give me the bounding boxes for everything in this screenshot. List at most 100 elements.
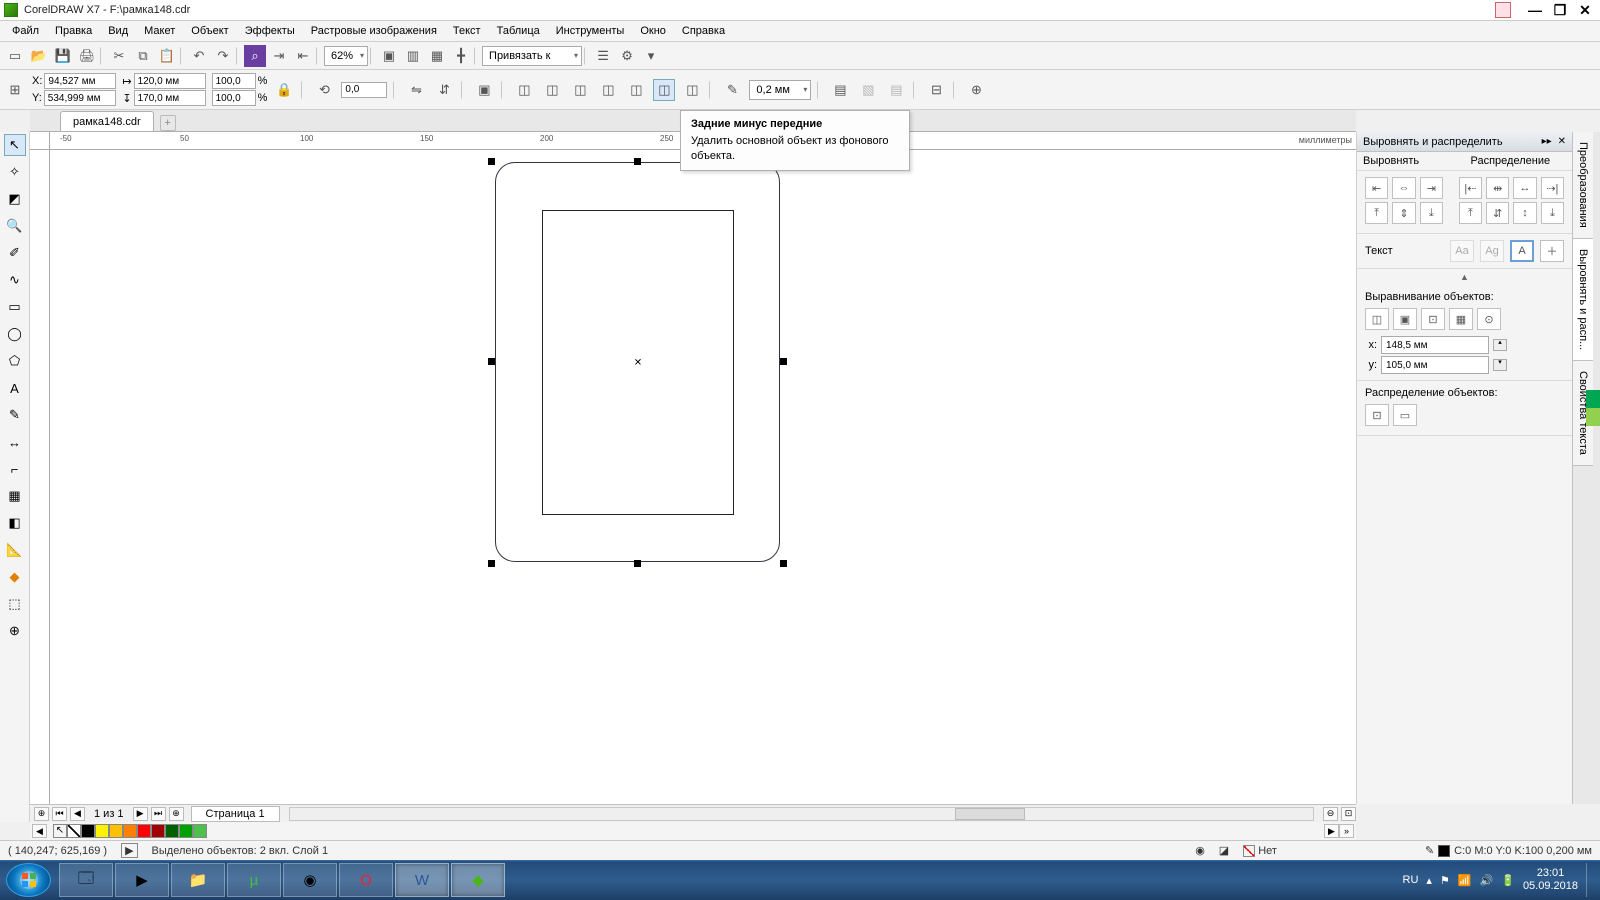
sel-handle-bc[interactable] [634, 560, 641, 567]
dist-spacing-h-icon[interactable]: ↔ [1513, 177, 1536, 199]
fullscreen-icon[interactable]: ▣ [378, 45, 400, 67]
task-chrome-icon[interactable]: ◉ [283, 863, 337, 897]
zoom-level[interactable]: 62% [324, 46, 368, 66]
color-swatch[interactable] [179, 824, 193, 838]
dist-extent-page-icon[interactable]: ▭ [1393, 404, 1417, 426]
vtab-align[interactable]: Выровнять и расп... [1573, 239, 1593, 361]
dist-right-icon[interactable]: ⇢| [1541, 177, 1564, 199]
effects-tool-icon[interactable]: ▦ [4, 485, 26, 507]
options-icon[interactable]: ☰ [592, 45, 614, 67]
scale-y-input[interactable]: 100,0 [212, 90, 256, 106]
menu-layout[interactable]: Макет [136, 23, 183, 39]
task-opera-icon[interactable]: O [339, 863, 393, 897]
pos-x-input[interactable]: 94,527 мм [44, 73, 116, 89]
connector-tool-icon[interactable]: ⌐ [4, 458, 26, 480]
add-tool-icon[interactable]: ⊕ [4, 620, 26, 642]
save-icon[interactable]: 💾 [52, 45, 74, 67]
dropper-tool-icon[interactable]: ✎ [4, 404, 26, 426]
palette-scroll-right-icon[interactable]: ▶ [1324, 824, 1339, 838]
align-center-v-icon[interactable]: ⇕ [1392, 202, 1415, 224]
import-icon[interactable]: ⇥ [268, 45, 290, 67]
scale-x-input[interactable]: 100,0 [212, 73, 256, 89]
dist-center-h-icon[interactable]: ⇹ [1486, 177, 1509, 199]
menu-text[interactable]: Текст [445, 23, 489, 39]
intersect-icon[interactable]: ◫ [569, 79, 591, 101]
document-tab[interactable]: рамка148.cdr [60, 111, 154, 131]
sel-handle-bl[interactable] [488, 560, 495, 567]
text-box-icon[interactable]: A [1510, 240, 1534, 262]
color-chip-lime[interactable] [1586, 408, 1600, 426]
pos-y-input[interactable]: 534,999 мм [44, 90, 116, 106]
menu-window[interactable]: Окно [632, 23, 674, 39]
tray-flag-icon[interactable]: ⚑ [1440, 874, 1450, 887]
cut-icon[interactable]: ✂ [108, 45, 130, 67]
task-utorrent-icon[interactable]: µ [227, 863, 281, 897]
new-doc-tab-icon[interactable]: + [160, 115, 176, 131]
tray-network-icon[interactable]: 📶 [1458, 874, 1472, 887]
color-chip-green[interactable] [1586, 390, 1600, 408]
redo-icon[interactable]: ↷ [212, 45, 234, 67]
zoom-fit-nav-icon[interactable]: ⊡ [1341, 807, 1356, 821]
sel-handle-ml[interactable] [488, 358, 495, 365]
docker-title[interactable]: Выровнять и распределить ▸▸ ✕ [1357, 132, 1572, 152]
polygon-tool-icon[interactable]: ⬠ [4, 350, 26, 372]
menu-bitmaps[interactable]: Растровые изображения [303, 23, 445, 39]
print-icon[interactable]: 🖨 [76, 45, 98, 67]
prev-page-icon[interactable]: ◀ [70, 807, 85, 821]
color-swatch[interactable] [137, 824, 151, 838]
height-input[interactable]: 170,0 мм [134, 90, 206, 106]
rotation-input[interactable]: 0,0 [341, 82, 387, 98]
maximize-button[interactable]: ❐ [1549, 2, 1571, 18]
no-color-swatch[interactable] [67, 824, 81, 838]
ruler-vertical[interactable] [30, 150, 50, 804]
rulers-icon[interactable]: ▥ [402, 45, 424, 67]
text-tool-icon[interactable]: A [4, 377, 26, 399]
tray-lang[interactable]: RU [1403, 874, 1419, 886]
wrap-text-icon[interactable]: ▤ [829, 79, 851, 101]
dist-left-icon[interactable]: |⇠ [1459, 177, 1482, 199]
align-to-point-icon[interactable]: ⊙ [1477, 308, 1501, 330]
user-icon[interactable] [1495, 2, 1511, 18]
lock-ratio-icon[interactable]: 🔒 [273, 79, 295, 101]
last-page-icon[interactable]: ⏭ [151, 807, 166, 821]
weld-icon[interactable]: ◫ [513, 79, 535, 101]
color-swatch[interactable] [81, 824, 95, 838]
outline-width[interactable]: 0,2 мм [749, 80, 811, 100]
play-icon[interactable]: ▶ [121, 843, 137, 858]
ruler-origin[interactable] [30, 132, 50, 150]
canvas-hscroll[interactable] [289, 807, 1314, 821]
tray-show-hidden-icon[interactable]: ▴ [1426, 874, 1432, 887]
align-tab-header[interactable]: Выровнять [1357, 152, 1465, 170]
app-icon[interactable]: ▾ [640, 45, 662, 67]
task-manager-icon[interactable]: 🗔 [59, 863, 113, 897]
palette-scroll-left-icon[interactable]: ◀ [32, 824, 47, 838]
align-x-input[interactable]: 148,5 мм [1381, 336, 1489, 354]
sel-handle-tl[interactable] [488, 158, 495, 165]
menu-table[interactable]: Таблица [489, 23, 548, 39]
collapse-up-icon[interactable]: ▲ [1460, 272, 1469, 282]
artistic-media-icon[interactable]: ∿ [4, 269, 26, 291]
search-icon[interactable]: ⌕ [244, 45, 266, 67]
color-swatch[interactable] [123, 824, 137, 838]
show-desktop-button[interactable] [1586, 863, 1594, 897]
fill-tool-icon[interactable]: ◆ [4, 566, 26, 588]
quick-customize-icon[interactable]: ⊟ [925, 79, 947, 101]
back-minus-front-icon[interactable]: ◫ [653, 79, 675, 101]
align-y-input[interactable]: 105,0 мм [1381, 356, 1489, 374]
task-explorer-icon[interactable]: 📁 [171, 863, 225, 897]
convert-curves-icon[interactable]: ▧ [857, 79, 879, 101]
menu-edit[interactable]: Правка [47, 23, 100, 39]
paste-icon[interactable]: 📋 [156, 45, 178, 67]
text-add-icon[interactable]: ＋ [1540, 240, 1564, 262]
drawing-canvas[interactable]: ✕ [50, 150, 1356, 804]
align-to-grid-icon[interactable]: ▦ [1449, 308, 1473, 330]
undo-icon[interactable]: ↶ [188, 45, 210, 67]
align-to-active-icon[interactable]: ◫ [1365, 308, 1389, 330]
outline-indicator[interactable]: ✎ C:0 M:0 Y:0 K:100 0,200 мм [1425, 844, 1592, 857]
dimension-tool-icon[interactable]: ↔ [4, 431, 26, 453]
eyedropper-tool-icon[interactable]: 📐 [4, 539, 26, 561]
sel-handle-tc[interactable] [634, 158, 641, 165]
close-button[interactable]: ✕ [1574, 2, 1596, 18]
menu-tools[interactable]: Инструменты [548, 23, 633, 39]
align-top-icon[interactable]: ⤒ [1365, 202, 1388, 224]
